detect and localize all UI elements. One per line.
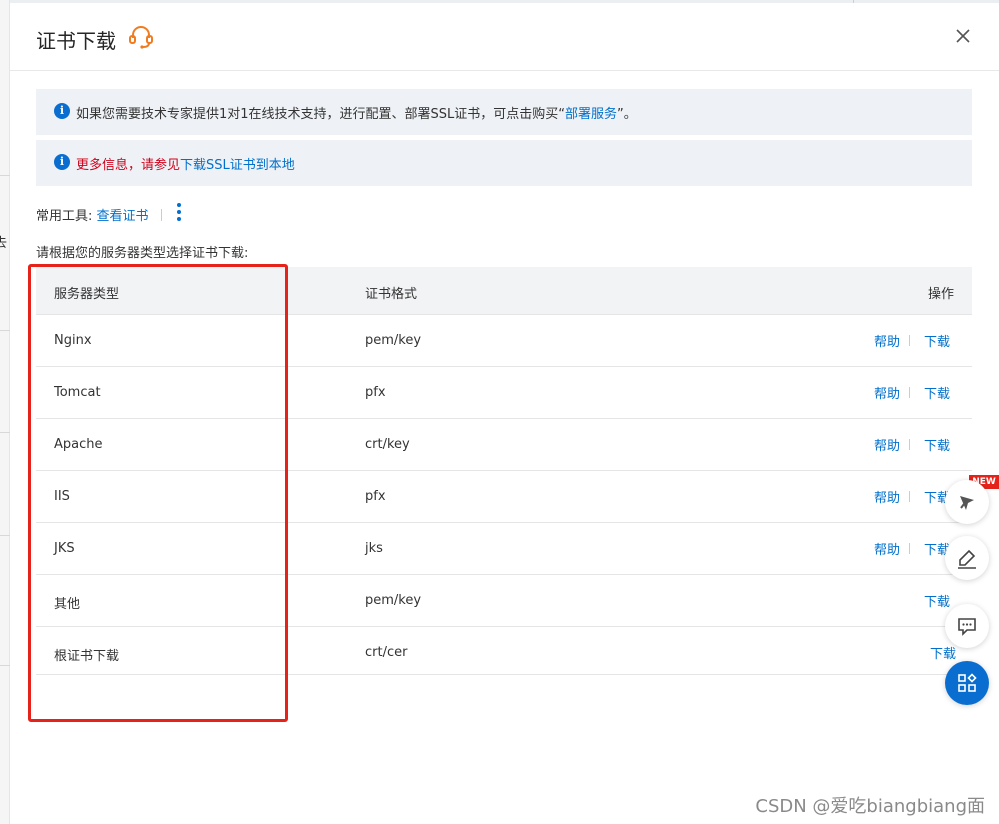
tools-label: 常用工具: [36, 209, 93, 224]
action-divider [909, 335, 910, 346]
background-divider [853, 0, 854, 3]
download-ssl-link[interactable]: 下载SSL证书到本地 [180, 158, 295, 173]
download-link[interactable]: 下载 [924, 591, 950, 610]
server-type-cell: IIS [54, 489, 70, 504]
server-type-table: 服务器类型 证书格式 操作 Nginx pem/key 帮助 下载 Tomcat… [36, 267, 972, 675]
download-link[interactable]: 下载 [924, 435, 950, 454]
action-divider [909, 543, 910, 554]
apps-button[interactable] [945, 661, 989, 705]
table-row: 其他 pem/key 下载 [36, 575, 972, 627]
server-type-cell: 其他 [54, 597, 81, 612]
close-icon[interactable] [950, 23, 976, 49]
megaphone-icon [960, 496, 974, 510]
chat-icon [958, 618, 976, 636]
chat-button[interactable] [945, 604, 989, 648]
format-cell: crt/cer [365, 645, 408, 660]
format-cell: pem/key [365, 333, 422, 348]
format-cell: pem/key [365, 593, 422, 608]
table-row: JKS jks 帮助 下载 [36, 523, 972, 575]
info-icon: i [54, 154, 70, 170]
action-divider [909, 491, 910, 502]
info-icon: i [54, 103, 70, 119]
instruction-text: 请根据您的服务器类型选择证书下载: [36, 246, 249, 261]
feedback-button[interactable] [945, 536, 989, 580]
dialog-header: 证书下载 [10, 5, 999, 71]
format-cell: pfx [365, 385, 386, 400]
action-divider [909, 387, 910, 398]
header-format: 证书格式 [365, 287, 418, 302]
whats-new-button[interactable] [945, 480, 989, 524]
help-link[interactable]: 帮助 [874, 435, 900, 454]
tools-divider [160, 209, 162, 221]
download-link[interactable]: 下载 [930, 643, 956, 662]
deploy-service-link[interactable]: 部署服务 [565, 107, 617, 122]
notice-suffix: ”。 [617, 107, 637, 122]
table-row: Tomcat pfx 帮助 下载 [36, 367, 972, 419]
download-link[interactable]: 下载 [924, 383, 950, 402]
server-type-cell: 根证书下载 [54, 649, 120, 664]
notice-text: 如果您需要技术专家提供1对1在线技术支持，进行配置、部署SSL证书，可点击购买“ [76, 107, 566, 122]
download-link[interactable]: 下载 [924, 331, 950, 350]
table-row: IIS pfx 帮助 下载 [36, 471, 972, 523]
background-partial-text: 去 [0, 235, 8, 250]
table-header: 服务器类型 证书格式 操作 [36, 267, 972, 315]
background-page-strip [0, 0, 10, 824]
more-info-notice: i 更多信息，请参见下载SSL证书到本地 [36, 140, 972, 186]
background-top-border [0, 0, 999, 3]
format-cell: pfx [365, 489, 386, 504]
more-tools-icon[interactable] [176, 203, 182, 223]
dialog-title: 证书下载 [36, 29, 116, 53]
server-type-cell: Tomcat [54, 385, 101, 400]
table-row: 根证书下载 crt/cer 下载 [36, 627, 972, 675]
format-cell: crt/key [365, 437, 410, 452]
help-link[interactable]: 帮助 [874, 383, 900, 402]
certificate-download-dialog: 证书下载 i 如果您需要技术专家提供1对1在线技术支持，进行配置、部署SSL证书… [10, 5, 999, 824]
header-action: 操作 [927, 287, 954, 302]
more-info-text: 更多信息，请参见 [76, 158, 181, 173]
customer-support-icon[interactable] [127, 23, 155, 51]
help-link[interactable]: 帮助 [874, 487, 900, 506]
header-server-type: 服务器类型 [54, 287, 120, 302]
server-type-cell: JKS [54, 541, 75, 556]
table-row: Apache crt/key 帮助 下载 [36, 419, 972, 471]
server-type-cell: Nginx [54, 333, 92, 348]
edit-icon [958, 549, 976, 569]
help-link[interactable]: 帮助 [874, 331, 900, 350]
help-link[interactable]: 帮助 [874, 539, 900, 558]
apps-grid-icon [958, 673, 977, 692]
format-cell: jks [365, 541, 383, 556]
table-row: Nginx pem/key 帮助 下载 [36, 315, 972, 367]
csdn-watermark: CSDN @爱吃biangbiang面 [755, 796, 985, 817]
view-certificate-link[interactable]: 查看证书 [97, 209, 149, 224]
action-divider [909, 439, 910, 450]
tech-support-notice: i 如果您需要技术专家提供1对1在线技术支持，进行配置、部署SSL证书，可点击购… [36, 89, 972, 135]
server-type-cell: Apache [54, 437, 103, 452]
common-tools: 常用工具: 查看证书 [36, 205, 168, 224]
